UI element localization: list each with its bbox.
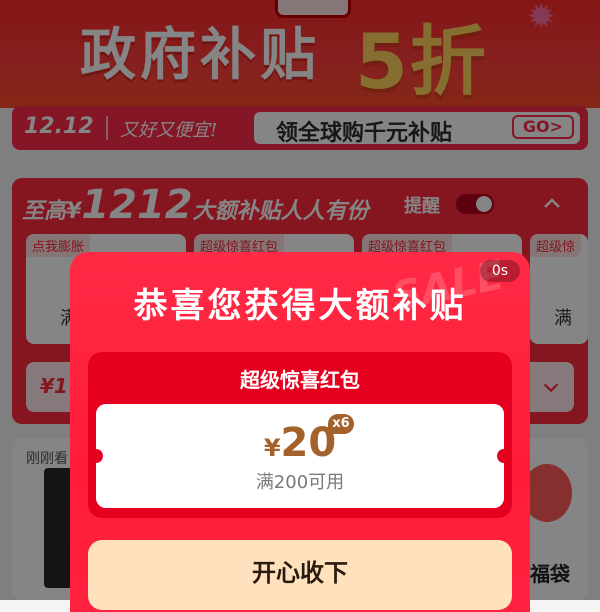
coupon-condition: 满200可用: [255, 472, 345, 493]
panel-title: 超级惊喜红包: [240, 368, 360, 392]
coupon-amount: ¥20: [96, 420, 504, 466]
subsidy-modal: SALE 0s 恭喜您获得大额补贴 超级惊喜红包 ¥20 x6 满200可用 开…: [70, 252, 530, 612]
modal-title: 恭喜您获得大额补贴: [133, 286, 467, 326]
coupon-ticket[interactable]: ¥20 x6 满200可用: [89, 404, 511, 508]
currency-symbol: ¥: [263, 434, 281, 462]
coupon-panel: 超级惊喜红包 ¥20 x6 满200可用: [88, 352, 512, 518]
multiplier-badge: x6: [328, 414, 354, 434]
